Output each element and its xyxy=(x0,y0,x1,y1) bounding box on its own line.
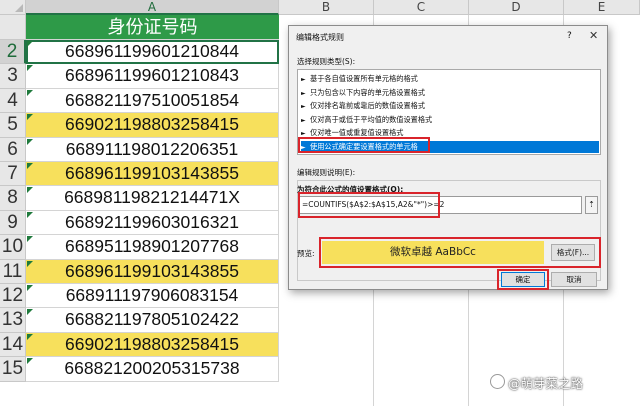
error-indicator-icon xyxy=(27,41,33,47)
help-button[interactable]: ? xyxy=(567,31,572,41)
row-header-1[interactable] xyxy=(0,15,26,40)
rule-type-item[interactable]: ► 仅对高于或低于平均值的数值设置格式 xyxy=(301,114,599,126)
id-number-cell[interactable]: 668821200205315738 xyxy=(26,357,279,382)
arrow-right-icon: ► xyxy=(301,103,306,111)
id-number-cell[interactable]: 668821197805102422 xyxy=(26,308,279,333)
cell-value: 668821197805102422 xyxy=(65,309,239,330)
column-header-e[interactable]: E xyxy=(564,0,640,15)
error-indicator-icon xyxy=(27,163,33,169)
error-indicator-icon xyxy=(27,89,33,96)
rule-type-label: 仅对高于或低于平均值的数值设置格式 xyxy=(310,114,433,124)
id-number-cell[interactable]: 669021198803258415 xyxy=(26,332,279,358)
preview-highlight-box xyxy=(319,237,601,268)
cell-value: 668821200205315738 xyxy=(64,358,240,379)
error-indicator-icon xyxy=(27,211,33,218)
row-header-3[interactable]: 3 xyxy=(0,64,26,89)
rule-highlight-box xyxy=(298,137,430,153)
row-header-8[interactable]: 8 xyxy=(0,186,26,211)
rule-type-item[interactable]: ► 基于各自值设置所有单元格的格式 xyxy=(301,73,599,85)
error-indicator-icon xyxy=(27,333,33,340)
rule-type-label: 只为包含以下内容的单元格设置格式 xyxy=(310,87,426,97)
row-header-2[interactable]: 2 xyxy=(0,40,26,65)
edit-rule-description-label: 编辑规则说明(E): xyxy=(297,168,356,177)
dialog-title: 编辑格式规则 xyxy=(296,33,344,42)
cell-value: 668961199601210844 xyxy=(65,41,239,61)
preview-label: 预览: xyxy=(297,249,315,258)
error-indicator-icon xyxy=(27,309,33,316)
row-header-10[interactable]: 10 xyxy=(0,235,26,260)
cancel-button[interactable]: 取消 xyxy=(551,272,597,287)
id-number-cell[interactable]: 66898119821214471X xyxy=(26,186,279,211)
cell-value: 669021198803258415 xyxy=(65,114,239,135)
error-indicator-icon xyxy=(27,285,33,291)
cell-value: 668911198012206351 xyxy=(65,138,239,159)
id-number-cell[interactable]: 668961199601210844 xyxy=(26,40,279,65)
error-indicator-icon xyxy=(27,138,33,145)
watermark: @萌芽菜之路 xyxy=(508,376,584,391)
id-number-cell[interactable]: 668821197510051854 xyxy=(26,88,279,114)
row-header-5[interactable]: 5 xyxy=(0,113,26,138)
cell-value: 668821197510051854 xyxy=(65,89,239,110)
column-header-d[interactable]: D xyxy=(469,0,564,15)
id-number-cell[interactable]: 668921199603016321 xyxy=(26,210,279,236)
row-header-12[interactable]: 12 xyxy=(0,284,26,309)
arrow-right-icon: ► xyxy=(301,89,306,97)
row-header-13[interactable]: 13 xyxy=(0,308,26,333)
arrow-right-icon: ► xyxy=(301,116,306,124)
close-icon[interactable]: ✕ xyxy=(589,29,598,42)
header-cell-id-number[interactable]: 身份证号码 xyxy=(26,15,279,40)
cell-value: 668961199601210843 xyxy=(65,65,239,86)
id-number-cell[interactable]: 668961199103143855 xyxy=(26,259,279,284)
cell-value: 669021198803258415 xyxy=(65,333,239,354)
rule-type-label: 基于各自值设置所有单元格的格式 xyxy=(310,74,418,83)
rule-type-item[interactable]: ► 仅对排名靠前或靠后的数值设置格式 xyxy=(301,100,599,112)
edit-format-rule-dialog: 编辑格式规则 ? ✕ 选择规则类型(S): ► 基于各自值设置所有单元格的格式 ► 只… xyxy=(288,25,608,290)
rule-type-item[interactable]: ► 只为包含以下内容的单元格设置格式 xyxy=(301,87,599,99)
error-indicator-icon xyxy=(27,65,33,72)
formula-highlight-box xyxy=(298,192,440,218)
column-header-a[interactable]: A xyxy=(26,0,279,15)
cell-value: 668921199603016321 xyxy=(65,211,239,232)
id-number-cell[interactable]: 669021198803258415 xyxy=(26,113,279,138)
error-indicator-icon xyxy=(27,236,33,243)
row-header-14[interactable]: 14 xyxy=(0,332,26,358)
cell-value: 66898119821214471X xyxy=(64,187,240,208)
row-header-6[interactable]: 6 xyxy=(0,137,26,162)
arrow-right-icon: ► xyxy=(301,76,306,83)
row-header-9[interactable]: 9 xyxy=(0,210,26,236)
id-number-cell[interactable]: 668911198012206351 xyxy=(26,137,279,162)
id-number-cell[interactable]: 668911197906083154 xyxy=(26,284,279,309)
collapse-dialog-icon[interactable]: ⇡ xyxy=(585,196,598,214)
id-number-cell[interactable]: 668961199601210843 xyxy=(26,64,279,89)
error-indicator-icon xyxy=(27,114,33,121)
cell-value: 668961199103143855 xyxy=(65,163,239,183)
select-all-corner[interactable] xyxy=(0,0,26,15)
error-indicator-icon xyxy=(27,187,33,194)
error-indicator-icon xyxy=(27,260,33,267)
row-header-15[interactable]: 15 xyxy=(0,357,26,382)
cell-value: 668951198901207768 xyxy=(65,236,239,257)
error-indicator-icon xyxy=(27,358,33,365)
select-rule-type-label: 选择规则类型(S): xyxy=(297,57,356,66)
row-header-4[interactable]: 4 xyxy=(0,88,26,114)
row-header-7[interactable]: 7 xyxy=(0,162,26,187)
column-header-b[interactable]: B xyxy=(279,0,374,15)
cell-value: 668961199103143855 xyxy=(65,260,239,281)
cell-value: 668911197906083154 xyxy=(65,285,239,305)
id-number-cell[interactable]: 668951198901207768 xyxy=(26,235,279,260)
ok-highlight-box xyxy=(497,269,549,290)
id-number-cell[interactable]: 668961199103143855 xyxy=(26,162,279,187)
watermark-logo-icon xyxy=(490,374,505,389)
rule-type-label: 仅对排名靠前或靠后的数值设置格式 xyxy=(310,101,426,111)
row-header-11[interactable]: 11 xyxy=(0,259,26,284)
column-header-c[interactable]: C xyxy=(374,0,469,15)
